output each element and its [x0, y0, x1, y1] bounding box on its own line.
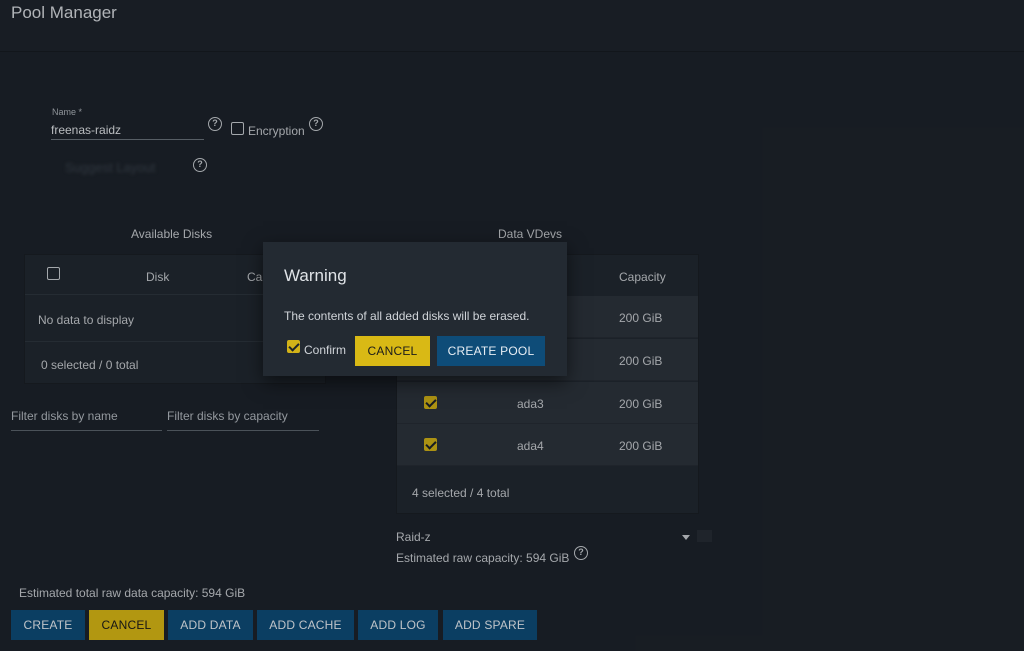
- confirm-checkbox[interactable]: [287, 340, 300, 353]
- create-pool-button[interactable]: CREATE POOL: [437, 336, 545, 366]
- warning-dialog: Warning The contents of all added disks …: [263, 242, 567, 376]
- dialog-message: The contents of all added disks will be …: [284, 309, 530, 323]
- dialog-cancel-button[interactable]: CANCEL: [355, 336, 430, 366]
- dialog-title: Warning: [284, 266, 347, 285]
- confirm-label: Confirm: [304, 343, 347, 357]
